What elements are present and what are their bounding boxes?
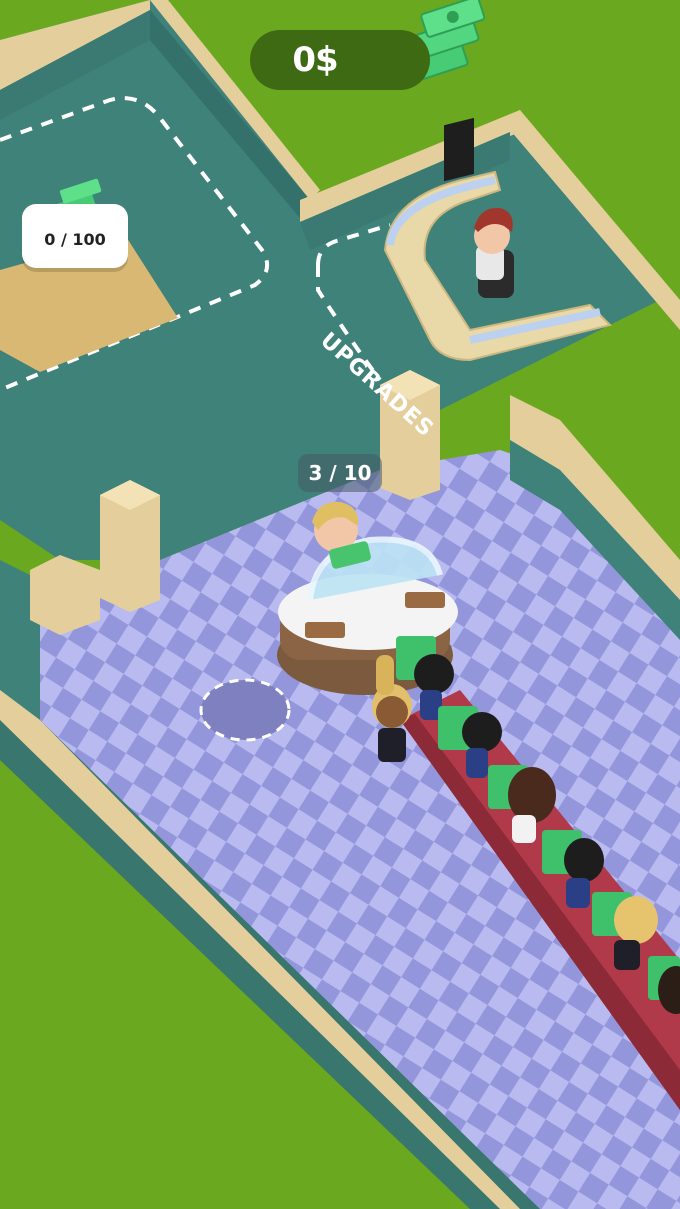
build-spot[interactable] [199, 678, 291, 742]
game-scene [0, 0, 680, 1209]
money-value: 0$ [292, 40, 338, 80]
storage-capacity-label: 0 / 100 [44, 230, 106, 249]
storage-capacity-bubble: 0 / 100 [22, 204, 128, 268]
queue-counter-badge: 3 / 10 [298, 454, 382, 492]
money-counter: 0$ [250, 30, 430, 90]
pillar [30, 555, 100, 635]
computer-monitor [444, 117, 474, 182]
